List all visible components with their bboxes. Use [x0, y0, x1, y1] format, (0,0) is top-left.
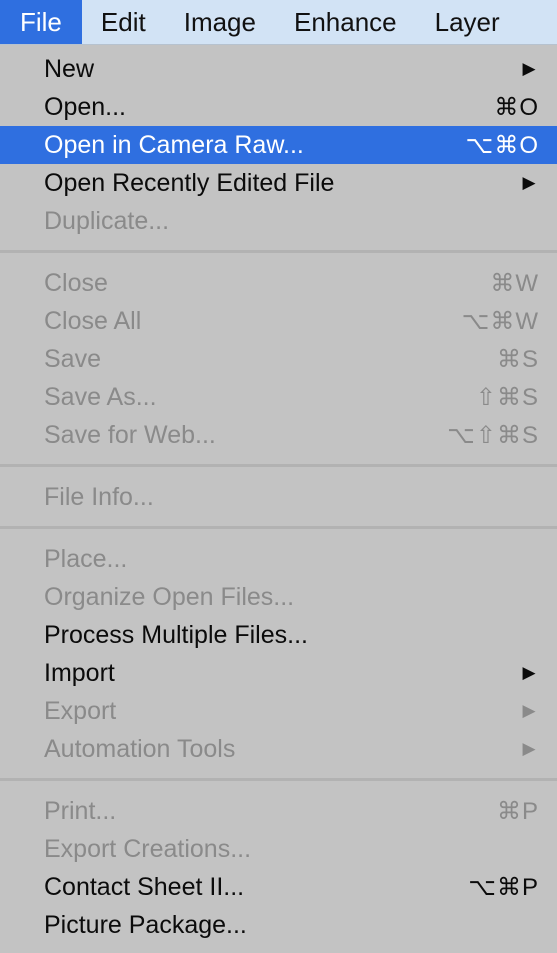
- menu-item-label: Close All: [44, 306, 142, 335]
- menu-item-import[interactable]: Import ▶: [0, 654, 557, 692]
- menu-item-label: Duplicate...: [44, 206, 170, 235]
- menu-item-save-for-web[interactable]: Save for Web... ⌥⇧⌘S: [0, 416, 557, 454]
- menu-separator: [0, 454, 557, 478]
- menu-item-save-as[interactable]: Save As... ⇧⌘S: [0, 378, 557, 416]
- menu-item-label: Open Recently Edited File: [44, 168, 335, 197]
- menu-item-new[interactable]: New ▶: [0, 50, 557, 88]
- menu-item-label: New: [44, 54, 95, 83]
- submenu-arrow-icon: ▶: [522, 739, 536, 758]
- menu-item-process-multiple-files[interactable]: Process Multiple Files...: [0, 616, 557, 654]
- shortcut-label: ⌥⌘P: [468, 873, 539, 901]
- menu-bar: File Edit Image Enhance Layer: [0, 0, 557, 45]
- menu-item-label: Open in Camera Raw...: [44, 130, 304, 159]
- menu-item-label: Export: [44, 696, 117, 725]
- menu-item-close-all[interactable]: Close All ⌥⌘W: [0, 302, 557, 340]
- menubar-image[interactable]: Image: [165, 0, 275, 44]
- menu-separator: [0, 768, 557, 792]
- menubar-edit[interactable]: Edit: [82, 0, 165, 44]
- menu-item-label: Place...: [44, 544, 128, 573]
- menu-item-label: Process Multiple Files...: [44, 620, 308, 649]
- file-menu-dropdown: New ▶ Open... ⌘O Open in Camera Raw... ⌥…: [0, 45, 557, 953]
- submenu-arrow-icon: ▶: [522, 173, 536, 192]
- menu-item-picture-package[interactable]: Picture Package...: [0, 906, 557, 944]
- menu-item-label: Save As...: [44, 382, 157, 411]
- menu-separator: [0, 240, 557, 264]
- submenu-arrow-icon: ▶: [522, 701, 536, 720]
- shortcut-label: ⌥⌘O: [465, 131, 539, 159]
- submenu-arrow-icon: ▶: [522, 59, 536, 78]
- menu-item-label: Print...: [44, 796, 117, 825]
- menubar-layer[interactable]: Layer: [416, 0, 519, 44]
- menu-item-label: Save: [44, 344, 101, 373]
- menu-item-label: Organize Open Files...: [44, 582, 295, 611]
- menubar-file[interactable]: File: [0, 0, 82, 44]
- menu-item-label: Contact Sheet II...: [44, 872, 245, 901]
- menu-item-label: Open...: [44, 92, 126, 121]
- menu-item-label: Picture Package...: [44, 910, 247, 939]
- shortcut-label: ⌥⇧⌘S: [447, 421, 539, 449]
- menubar-enhance[interactable]: Enhance: [275, 0, 416, 44]
- menu-item-organize-open-files[interactable]: Organize Open Files...: [0, 578, 557, 616]
- menu-item-label: Export Creations...: [44, 834, 252, 863]
- menu-item-duplicate[interactable]: Duplicate...: [0, 202, 557, 240]
- menu-item-contact-sheet-ii[interactable]: Contact Sheet II... ⌥⌘P: [0, 868, 557, 906]
- menu-item-export[interactable]: Export ▶: [0, 692, 557, 730]
- shortcut-label: ⌘P: [496, 797, 539, 825]
- shortcut-label: ⇧⌘S: [475, 383, 539, 411]
- shortcut-label: ⌘S: [496, 345, 539, 373]
- menu-item-label: File Info...: [44, 482, 154, 511]
- menu-item-open-recently-edited-file[interactable]: Open Recently Edited File ▶: [0, 164, 557, 202]
- shortcut-label: ⌘O: [494, 93, 539, 121]
- menu-item-save[interactable]: Save ⌘S: [0, 340, 557, 378]
- menu-item-open-in-camera-raw[interactable]: Open in Camera Raw... ⌥⌘O: [0, 126, 557, 164]
- menu-item-export-creations[interactable]: Export Creations...: [0, 830, 557, 868]
- menu-item-open[interactable]: Open... ⌘O: [0, 88, 557, 126]
- menu-item-close[interactable]: Close ⌘W: [0, 264, 557, 302]
- menu-item-label: Automation Tools: [44, 734, 236, 763]
- menu-item-print[interactable]: Print... ⌘P: [0, 792, 557, 830]
- menu-item-file-info[interactable]: File Info...: [0, 478, 557, 516]
- shortcut-label: ⌘W: [490, 269, 539, 297]
- menu-item-label: Close: [44, 268, 108, 297]
- shortcut-label: ⌥⌘W: [461, 307, 539, 335]
- menu-separator: [0, 516, 557, 540]
- menu-item-label: Import: [44, 658, 115, 687]
- submenu-arrow-icon: ▶: [522, 663, 536, 682]
- menu-item-label: Save for Web...: [44, 420, 216, 449]
- menu-item-place[interactable]: Place...: [0, 540, 557, 578]
- menu-item-automation-tools[interactable]: Automation Tools ▶: [0, 730, 557, 768]
